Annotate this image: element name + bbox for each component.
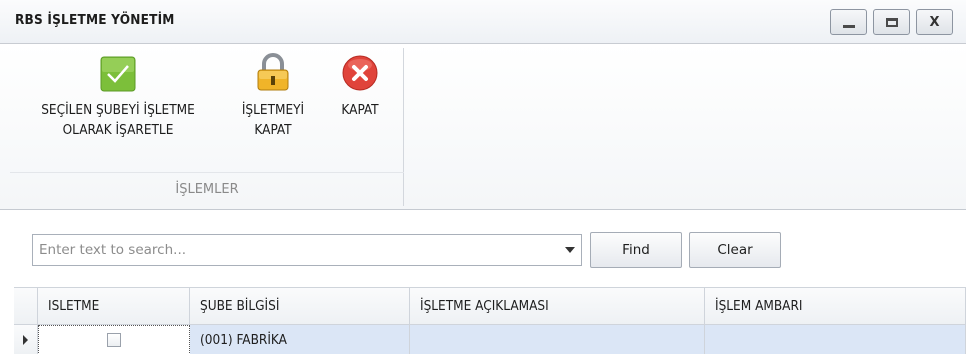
ribbon-group-label: İŞLEMLER <box>10 172 404 206</box>
search-input[interactable] <box>33 235 543 265</box>
close-business-button[interactable]: İŞLETMEYİ KAPAT <box>230 48 316 140</box>
table-row[interactable]: (001) FABRİKA <box>14 325 966 354</box>
row-pointer-icon <box>23 334 28 345</box>
maximize-button[interactable] <box>873 9 910 35</box>
close-circle-icon <box>342 55 378 91</box>
clear-button[interactable]: Clear <box>689 232 781 268</box>
window-controls: X <box>830 9 953 35</box>
checkmark-icon <box>100 56 136 92</box>
close-label: KAPAT <box>341 102 379 118</box>
ambar-cell[interactable] <box>705 325 966 354</box>
data-grid: ISLETME ŞUBE BİLGİSİ İŞLETME AÇIKLAMASI … <box>14 287 966 354</box>
window-title: RBS İŞLETME YÖNETİM <box>15 12 175 28</box>
row-indicator-header <box>14 287 38 325</box>
padlock-icon <box>257 53 289 91</box>
close-button[interactable]: X <box>916 9 953 35</box>
ribbon-group-islemler: SEÇİLEN ŞUBEYİ İŞLETME OLARAK İŞARETLE İ… <box>10 48 404 206</box>
sube-cell[interactable]: (001) FABRİKA <box>190 325 410 354</box>
close-button-ribbon[interactable]: KAPAT <box>320 48 400 120</box>
column-header-isletme-aciklamasi[interactable]: İŞLETME AÇIKLAMASI <box>410 287 705 325</box>
aciklama-cell[interactable] <box>410 325 705 354</box>
search-combobox[interactable] <box>32 234 582 266</box>
minimize-icon <box>842 24 855 28</box>
close-business-label-line2: KAPAT <box>254 122 292 138</box>
close-business-label-line1: İŞLETMEYİ <box>241 102 305 118</box>
maximize-icon <box>885 17 898 27</box>
row-indicator <box>14 325 38 354</box>
mark-branch-as-business-button[interactable]: SEÇİLEN ŞUBEYİ İŞLETME OLARAK İŞARETLE <box>10 48 226 140</box>
minimize-button[interactable] <box>830 9 867 35</box>
find-button[interactable]: Find <box>590 232 682 268</box>
column-header-sube-bilgisi[interactable]: ŞUBE BİLGİSİ <box>190 287 410 325</box>
dropdown-arrow-icon[interactable] <box>565 247 575 253</box>
title-bar: RBS İŞLETME YÖNETİM X <box>0 0 966 44</box>
column-header-islem-ambari[interactable]: İŞLEM AMBARI <box>705 287 966 325</box>
grid-header-row: ISLETME ŞUBE BİLGİSİ İŞLETME AÇIKLAMASI … <box>14 287 966 325</box>
isletme-checkbox[interactable] <box>107 333 121 347</box>
column-header-isletme[interactable]: ISLETME <box>38 287 190 325</box>
mark-branch-label-line1: SEÇİLEN ŞUBEYİ İŞLETME <box>41 102 195 118</box>
mark-branch-label-line2: OLARAK İŞARETLE <box>62 122 174 138</box>
isletme-cell[interactable] <box>38 325 190 354</box>
close-icon: X <box>929 14 940 30</box>
ribbon: SEÇİLEN ŞUBEYİ İŞLETME OLARAK İŞARETLE İ… <box>0 44 966 210</box>
